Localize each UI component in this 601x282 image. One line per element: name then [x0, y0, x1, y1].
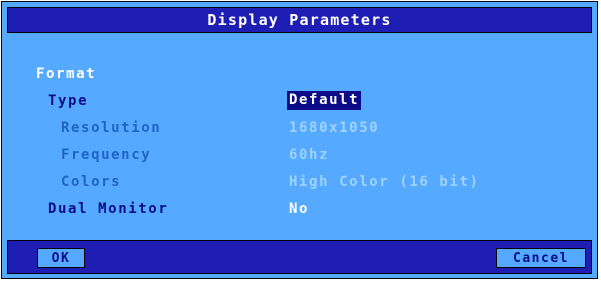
frequency-label: Frequency — [61, 147, 152, 163]
dialog-content: Format Type Default Resolution 1680x1050… — [2, 2, 597, 278]
colors-value: High Color (16 bit) — [289, 174, 480, 190]
frequency-value: 60hz — [289, 147, 330, 163]
display-parameters-dialog: Display Parameters Format Type Default R… — [1, 1, 598, 279]
cancel-button[interactable]: Cancel — [496, 248, 586, 268]
ok-button[interactable]: OK — [37, 248, 85, 268]
resolution-label: Resolution — [61, 120, 162, 136]
type-value[interactable]: Default — [287, 91, 362, 110]
colors-label: Colors — [61, 174, 122, 190]
dual-monitor-label: Dual Monitor — [48, 201, 169, 217]
resolution-value: 1680x1050 — [289, 120, 380, 136]
format-heading: Format — [36, 66, 97, 82]
dual-monitor-value[interactable]: No — [289, 201, 309, 217]
type-label: Type — [48, 93, 89, 109]
type-field[interactable]: Default — [287, 91, 362, 110]
dialog-button-bar: OK Cancel — [7, 240, 592, 274]
